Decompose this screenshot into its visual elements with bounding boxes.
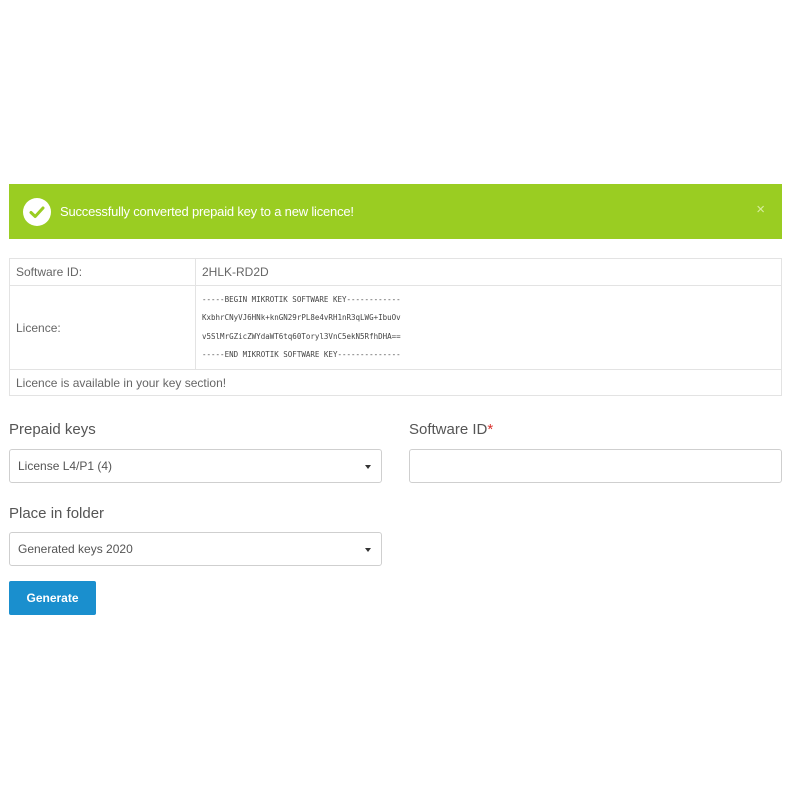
prepaid-keys-selected: License L4/P1 (4) <box>18 459 113 473</box>
licence-key-line: KxbhrCNyVJ6HNk+knGN29rPL8e4vRH1nR3qLWG+I… <box>202 313 401 322</box>
folder-selected: Generated keys 2020 <box>18 542 133 556</box>
table-row: Licence is available in your key section… <box>9 369 782 396</box>
place-in-folder-label: Place in folder <box>9 505 105 522</box>
chevron-down-icon <box>365 465 371 469</box>
licence-available-note: Licence is available in your key section… <box>9 369 782 396</box>
check-circle-icon <box>23 197 51 226</box>
table-row: Software ID: 2HLK-RD2D <box>9 258 782 286</box>
required-marker: * <box>487 421 494 438</box>
prepaid-keys-select[interactable]: License L4/P1 (4) <box>9 449 382 483</box>
licence-info-table: Software ID: 2HLK-RD2D Licence: -----BEG… <box>9 258 782 396</box>
software-id-field-label-text: Software ID <box>409 421 488 438</box>
software-id-value: 2HLK-RD2D <box>195 258 782 286</box>
licence-key-cell: -----BEGIN MIKROTIK SOFTWARE KEY--------… <box>195 285 782 370</box>
close-icon[interactable]: × <box>756 201 765 219</box>
chevron-down-icon <box>365 548 371 552</box>
prepaid-keys-label: Prepaid keys <box>9 421 96 438</box>
software-id-field-label: Software ID* <box>409 421 493 438</box>
generate-button[interactable]: Generate <box>9 581 96 615</box>
success-alert: Successfully converted prepaid key to a … <box>9 184 782 239</box>
licence-label: Licence: <box>9 285 196 370</box>
licence-key-line: -----BEGIN MIKROTIK SOFTWARE KEY--------… <box>202 294 401 304</box>
licence-key-line: v5SlMrGZicZWYdaWT6tq60Toryl3VnC5ekN5RfhD… <box>202 331 401 341</box>
software-id-input[interactable] <box>409 449 782 483</box>
software-id-label: Software ID: <box>9 258 196 286</box>
alert-message: Successfully converted prepaid key to a … <box>60 204 354 219</box>
licence-key-line: -----END MIKROTIK SOFTWARE KEY----------… <box>202 350 401 359</box>
folder-select[interactable]: Generated keys 2020 <box>9 532 382 566</box>
table-row: Licence: -----BEGIN MIKROTIK SOFTWARE KE… <box>9 285 782 370</box>
